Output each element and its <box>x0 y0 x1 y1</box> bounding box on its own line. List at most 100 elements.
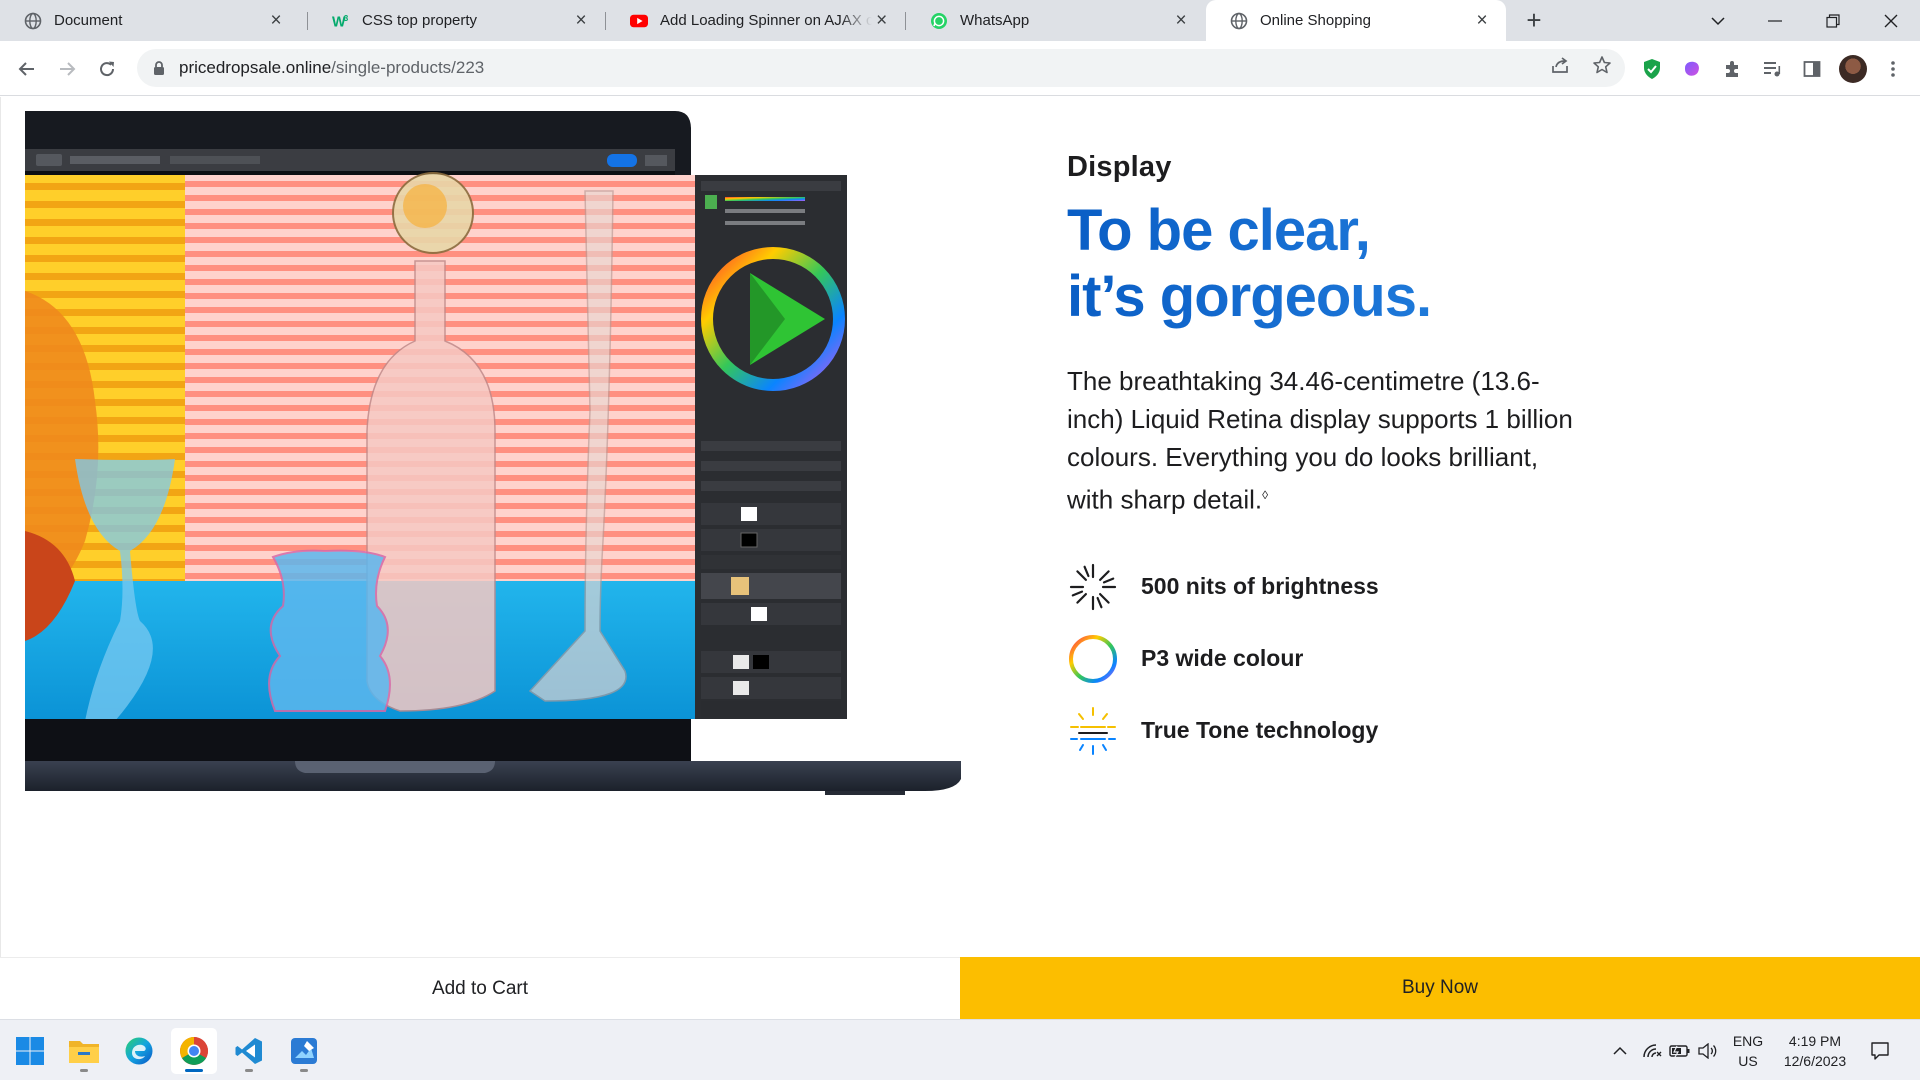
clock-date: 12/6/2023 <box>1783 1052 1847 1069</box>
product-details: Display To be clear, it’s gorgeous. The … <box>1067 151 1627 767</box>
headline-line-1: To be clear, <box>1067 198 1370 263</box>
profile-avatar[interactable] <box>1839 55 1867 83</box>
back-button[interactable] <box>11 53 43 85</box>
gradient-extension-icon <box>1685 61 1699 76</box>
feature-brightness: 500 nits of brightness <box>1067 551 1627 623</box>
network-icon[interactable] <box>1638 1020 1666 1080</box>
chevron-up-icon <box>1613 1046 1627 1055</box>
tab-whatsapp[interactable]: WhatsApp × <box>906 0 1205 41</box>
address-bar[interactable]: pricedropsale.online/single-products/223 <box>137 49 1625 87</box>
tab-title: Add Loading Spinner on AJAX call <box>660 12 873 29</box>
vscode-icon[interactable] <box>226 1028 272 1074</box>
share-icon <box>1552 57 1568 73</box>
new-tab-button[interactable]: + <box>1520 6 1548 34</box>
extension-shield-button[interactable] <box>1636 53 1668 85</box>
running-indicator <box>80 1069 88 1072</box>
feature-label: P3 wide colour <box>1141 645 1304 672</box>
file-explorer-icon[interactable] <box>61 1028 107 1074</box>
tab-css-top-property[interactable]: W3 CSS top property × <box>308 0 605 41</box>
svg-text:3: 3 <box>344 14 349 23</box>
tab-search-button[interactable] <box>1695 0 1741 41</box>
star-icon <box>1593 56 1611 74</box>
bookmark-button[interactable] <box>1587 50 1617 80</box>
arrow-left-icon <box>18 62 34 76</box>
browser-menu-button[interactable] <box>1877 53 1909 85</box>
feature-list: 500 nits of brightness P3 wide colour Tr… <box>1067 551 1627 767</box>
tab-strip: Document × W3 CSS top property × Add Loa… <box>0 0 1920 41</box>
headline-line-2: it’s gorgeous. <box>1067 264 1432 329</box>
tab-title: CSS top property <box>362 12 478 29</box>
puzzle-icon <box>1726 61 1738 77</box>
globe-icon <box>1230 12 1248 30</box>
browser-toolbar: pricedropsale.online/single-products/223 <box>0 41 1920 96</box>
reload-button[interactable] <box>91 53 123 85</box>
battery-icon[interactable] <box>1666 1020 1694 1080</box>
reading-list-button[interactable] <box>1756 53 1788 85</box>
input-language-indicator[interactable]: ENG US <box>1726 1020 1770 1080</box>
tab-online-shopping[interactable]: Online Shopping × <box>1206 0 1506 41</box>
tab-loading-spinner[interactable]: Add Loading Spinner on AJAX call × <box>606 0 905 41</box>
shield-icon <box>1644 59 1660 79</box>
running-indicator <box>300 1069 308 1072</box>
extensions-button[interactable] <box>1716 53 1748 85</box>
media-list-icon <box>1764 62 1781 77</box>
tab-title: Online Shopping <box>1260 12 1371 29</box>
windows-taskbar: ENG US 4:19 PM 12/6/2023 <box>0 1019 1920 1080</box>
extension-color-button[interactable] <box>1676 53 1708 85</box>
tab-document[interactable]: Document × <box>0 0 300 41</box>
close-window-button[interactable] <box>1868 0 1914 41</box>
description-footnote-mark: ◊ <box>1262 488 1269 502</box>
brightness-icon <box>1069 563 1117 610</box>
paint-icon[interactable] <box>281 1028 327 1074</box>
clock[interactable]: 4:19 PM 12/6/2023 <box>1772 1020 1858 1080</box>
globe-icon <box>24 12 42 30</box>
feature-true-tone: True Tone technology <box>1067 695 1627 767</box>
volume-icon[interactable] <box>1694 1020 1722 1080</box>
url-text: pricedropsale.online/single-products/223 <box>179 58 484 78</box>
chrome-icon[interactable] <box>171 1028 217 1074</box>
url-domain: pricedropsale.online <box>179 58 332 77</box>
arrow-right-icon <box>60 62 76 76</box>
url-path: /single-products/223 <box>331 58 485 77</box>
youtube-icon <box>630 12 648 30</box>
tab-title: Document <box>54 12 123 29</box>
close-icon[interactable]: × <box>872 10 891 31</box>
chevron-down-icon <box>1711 16 1725 25</box>
feature-p3-colour: P3 wide colour <box>1067 623 1627 695</box>
forward-button[interactable] <box>51 53 83 85</box>
close-icon[interactable]: × <box>571 10 591 31</box>
lock-icon <box>154 61 164 75</box>
side-panel-button[interactable] <box>1796 53 1828 85</box>
edge-icon[interactable] <box>116 1028 162 1074</box>
section-headline: To be clear, it’s gorgeous. <box>1067 198 1627 330</box>
clock-time: 4:19 PM <box>1788 1032 1842 1049</box>
description-text: The breathtaking 34.46-centimetre (13.6-… <box>1067 366 1573 515</box>
page-viewport: Display To be clear, it’s gorgeous. The … <box>0 97 1920 957</box>
product-description: The breathtaking 34.46-centimetre (13.6-… <box>1067 362 1587 519</box>
whatsapp-icon <box>930 12 948 30</box>
macbook-display-image <box>25 111 961 795</box>
close-icon[interactable]: × <box>1171 10 1191 31</box>
kebab-menu-icon <box>1891 61 1895 77</box>
section-eyebrow: Display <box>1067 151 1172 183</box>
tab-title: WhatsApp <box>960 12 1030 29</box>
notification-icon <box>1871 1041 1889 1060</box>
buy-now-button[interactable]: Buy Now <box>960 957 1920 1019</box>
notifications-button[interactable] <box>1862 1020 1898 1080</box>
running-indicator <box>185 1069 203 1072</box>
w3schools-icon: W3 <box>332 12 350 30</box>
add-to-cart-button[interactable]: Add to Cart <box>0 957 960 1019</box>
reload-icon <box>100 61 115 77</box>
minimize-button[interactable] <box>1752 0 1798 41</box>
share-button[interactable] <box>1546 50 1576 80</box>
show-hidden-icons-button[interactable] <box>1605 1020 1635 1080</box>
product-action-bar: Add to Cart Buy Now <box>0 957 1920 1019</box>
side-panel-icon <box>1803 61 1821 77</box>
true-tone-icon <box>1070 706 1116 755</box>
restore-button[interactable] <box>1810 0 1856 41</box>
windows-start-icon[interactable] <box>7 1028 53 1074</box>
language-code: ENG <box>1732 1032 1764 1049</box>
close-icon[interactable]: × <box>266 10 286 31</box>
feature-label: 500 nits of brightness <box>1141 573 1379 600</box>
close-icon[interactable]: × <box>1472 10 1492 31</box>
